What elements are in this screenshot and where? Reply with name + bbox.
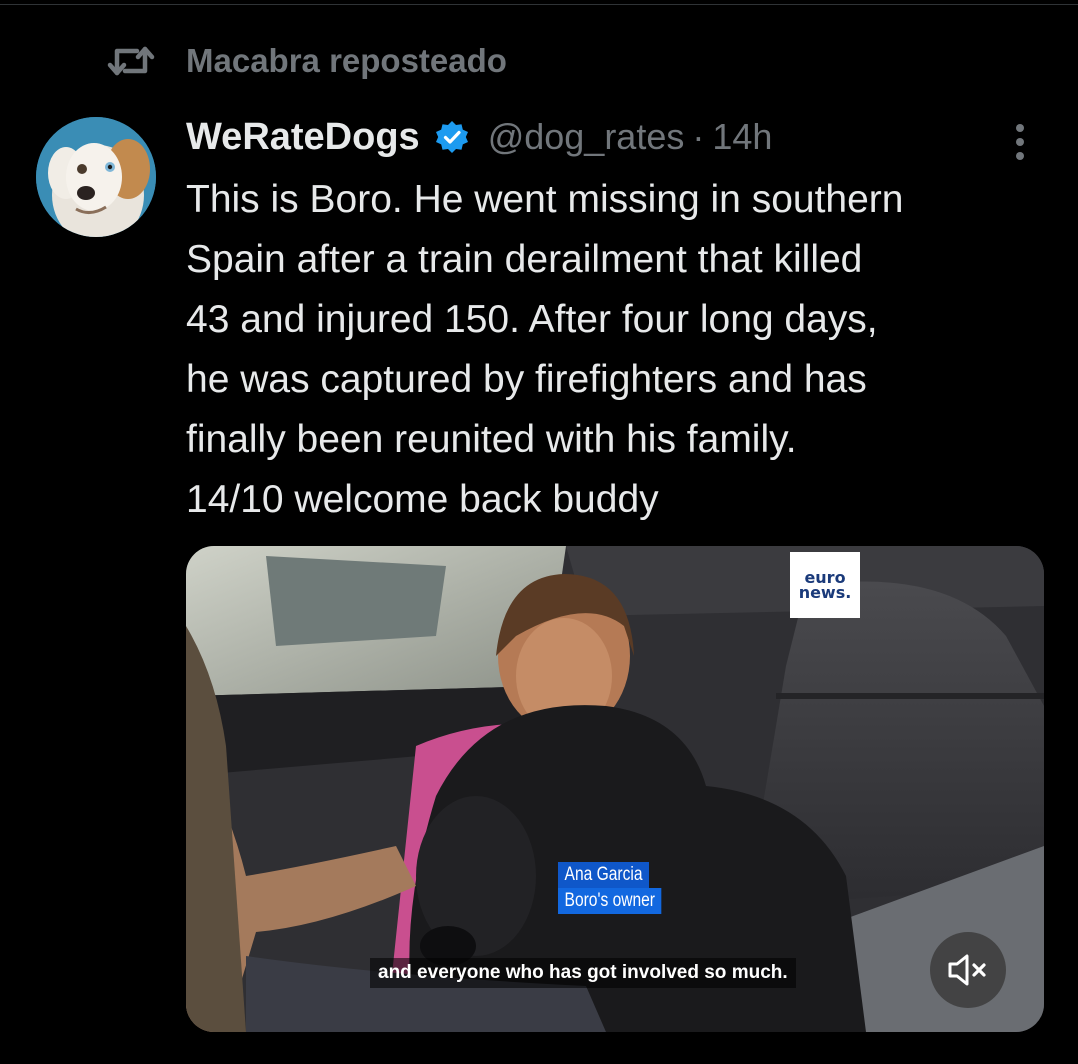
lower-third-role: Boro's owner <box>558 888 662 914</box>
avatar[interactable] <box>36 117 156 237</box>
tweet-text: This is Boro. He went missing in souther… <box>186 178 904 521</box>
mute-button[interactable] <box>930 932 1006 1008</box>
more-options-icon[interactable] <box>1006 120 1034 164</box>
logo-line-2: news. <box>798 583 852 602</box>
author-handle[interactable]: @dog_rates <box>488 116 685 158</box>
top-divider <box>0 4 1078 5</box>
video-player[interactable]: euro news. Ana Garcia Boro's owner and e… <box>186 546 1044 1032</box>
lower-third-name: Ana Garcia <box>558 862 650 888</box>
repost-indicator[interactable]: Macabra reposteado <box>106 40 507 82</box>
repost-icon <box>106 41 156 81</box>
lower-third: Ana Garcia Boro's owner <box>558 862 684 914</box>
verified-badge-icon[interactable] <box>434 119 470 155</box>
video-subtitle: and everyone who has got involved so muc… <box>370 958 796 988</box>
volume-muted-icon <box>948 954 986 986</box>
repost-label: Macabra reposteado <box>186 42 507 79</box>
dog-avatar-image <box>36 117 156 237</box>
separator-dot: · <box>692 116 705 157</box>
tweet-header: WeRateDogs @dog_rates · 14h <box>186 111 772 163</box>
author-display-name[interactable]: WeRateDogs <box>186 116 420 159</box>
euronews-logo: euro news. <box>790 552 860 618</box>
post-time[interactable]: 14h <box>712 116 772 158</box>
